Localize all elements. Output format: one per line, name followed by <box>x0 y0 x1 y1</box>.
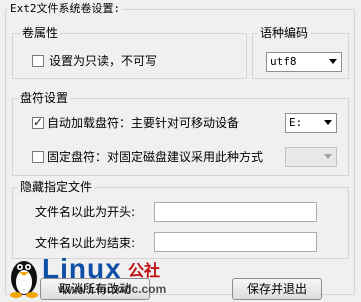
watermark-url: www.Linuxidc.com <box>58 282 167 296</box>
readonly-label: 设置为只读，不可写 <box>49 54 158 68</box>
prefix-input[interactable] <box>154 202 317 222</box>
volume-properties-title: 卷属性 <box>20 26 61 40</box>
chevron-down-icon <box>329 59 337 64</box>
suffix-label: 文件名以此为结束: <box>35 236 136 250</box>
fixed-drive-select[interactable] <box>285 147 337 167</box>
penguin-logo <box>4 252 44 298</box>
prefix-label: 文件名以此为开头: <box>35 205 136 219</box>
auto-mount-checkbox[interactable] <box>32 115 44 129</box>
fixed-drive-label: 固定盘符：对固定磁盘建议采用此种方式 <box>47 150 264 164</box>
suffix-input[interactable] <box>154 232 317 252</box>
volume-settings-title: Ext2文件系统卷设置: <box>8 2 123 16</box>
drive-letter-title: 盘符设置 <box>18 91 71 105</box>
save-and-exit-button[interactable]: 保存并退出 <box>232 278 322 300</box>
watermark-suffix: 公社 <box>128 261 161 280</box>
fixed-drive-checkbox[interactable] <box>32 151 44 163</box>
hidden-files-title: 隐藏指定文件 <box>18 180 95 194</box>
encoding-selected-value: utf8 <box>270 55 297 68</box>
chevron-down-icon <box>324 154 332 159</box>
encoding-title: 语种编码 <box>258 26 311 40</box>
auto-mount-drive-value: E: <box>289 116 303 129</box>
watermark-brand: Linux <box>42 253 122 284</box>
encoding-select[interactable]: utf8 <box>266 52 342 72</box>
chevron-down-icon <box>324 120 332 125</box>
auto-mount-label: 自动加载盘符：主要针对可移动设备 <box>47 116 240 130</box>
readonly-checkbox[interactable] <box>32 55 44 67</box>
auto-mount-drive-select[interactable]: E: <box>285 113 337 133</box>
